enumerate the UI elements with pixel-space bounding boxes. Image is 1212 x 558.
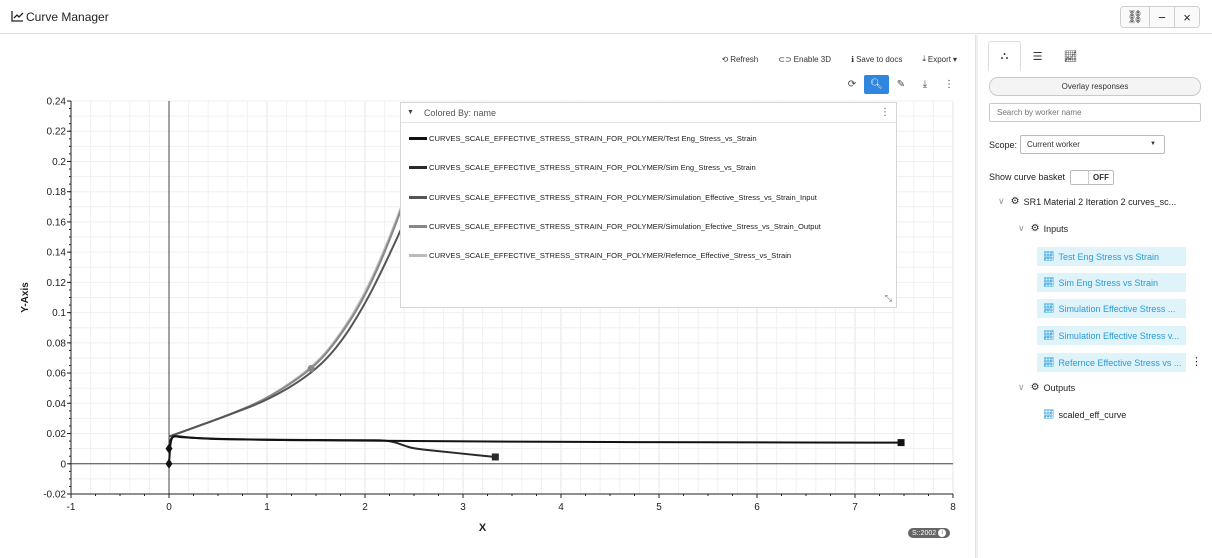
x-tick-label: 5 xyxy=(656,502,662,513)
legend-panel[interactable]: ▼ Colored By: name ⋮ CURVES_SCALE_EFFECT… xyxy=(400,102,897,308)
y-tick-label: 0.02 xyxy=(47,429,67,440)
sliders-icon: ☰ xyxy=(1032,50,1043,63)
x-tick-label: -1 xyxy=(67,502,76,513)
window-title: Curve Manager xyxy=(26,10,109,24)
scope-label: Scope: xyxy=(989,140,1018,150)
chart-line-icon: 📈︎ xyxy=(1043,409,1055,419)
chart-line-icon xyxy=(11,11,24,22)
gear-icon: ⚙ xyxy=(1030,382,1040,393)
sitemap-icon: ⛬ xyxy=(1000,49,1009,62)
plot-panel: ⟲ Refresh ⊂⊃ Enable 3D ℹ Save to docs ⤓ Expo… xyxy=(0,35,975,558)
close-button[interactable]: × xyxy=(1174,7,1199,27)
legend-item[interactable]: CURVES_SCALE_EFFECTIVE_STRESS_STRAIN_FOR… xyxy=(409,193,817,202)
tab-filters[interactable]: ☰ xyxy=(1021,41,1054,71)
y-tick-label: -0.02 xyxy=(43,490,66,501)
resize-icon[interactable]: ⤡ xyxy=(885,293,892,304)
series-line xyxy=(168,153,421,438)
x-tick-label: 6 xyxy=(754,502,760,513)
series-line xyxy=(168,155,421,438)
x-tick-label: 2 xyxy=(362,502,368,513)
chevron-down-icon[interactable]: ∨ xyxy=(998,196,1005,207)
window-controls: ⛓ − × xyxy=(1120,6,1200,28)
sidebar: ⛬ ☰ 📈︎ Overlay responses Scope: Current … xyxy=(980,35,1212,558)
minimize-button[interactable]: − xyxy=(1149,7,1174,27)
status-badge: S::2002 i xyxy=(908,528,951,538)
y-tick-label: 0.12 xyxy=(47,278,67,289)
y-tick-label: 0 xyxy=(60,459,66,470)
legend-swatch xyxy=(409,166,427,169)
caret-down-icon: ▼ xyxy=(1150,141,1156,147)
tree-leaf-output[interactable]: 📈︎ scaled_eff_curve xyxy=(1043,409,1126,420)
title-bar: Curve Manager ⛓ − × xyxy=(0,0,1212,34)
legend-swatch xyxy=(409,225,427,228)
curve-basket-label: Show curve basket xyxy=(989,172,1066,182)
y-tick-label: 0.22 xyxy=(47,127,67,138)
x-axis-label: X xyxy=(479,522,487,534)
tree-leaf-input[interactable]: 📈︎ Test Eng Stress vs Strain xyxy=(1037,247,1186,266)
tree-outputs[interactable]: ∨ ⚙ Outputs xyxy=(1018,382,1075,393)
more-vertical-icon[interactable]: ⋮ xyxy=(880,107,890,118)
sidebar-tabs: ⛬ ☰ 📈︎ xyxy=(988,41,1087,71)
y-tick-label: 0.2 xyxy=(52,157,66,168)
curve-basket-toggle[interactable]: OFF xyxy=(1070,170,1114,185)
panel-divider[interactable] xyxy=(975,35,978,558)
legend-title: Colored By: name xyxy=(423,107,496,118)
legend-item[interactable]: CURVES_SCALE_EFFECTIVE_STRESS_STRAIN_FOR… xyxy=(409,251,791,260)
worker-search-input[interactable] xyxy=(989,103,1201,122)
legend-swatch xyxy=(409,196,427,199)
x-tick-label: 0 xyxy=(166,502,172,513)
series-end-marker xyxy=(491,453,499,461)
legend-swatch xyxy=(409,254,427,257)
y-tick-label: 0.16 xyxy=(47,217,67,228)
unlink-icon[interactable]: ⛓ xyxy=(1121,7,1149,27)
y-axis-label: Y-Axis xyxy=(20,282,31,313)
tab-hierarchy[interactable]: ⛬ xyxy=(988,41,1021,71)
x-tick-label: 7 xyxy=(852,502,858,513)
y-tick-label: 0.04 xyxy=(47,399,67,410)
tree-root[interactable]: ∨ ⚙ SR1 Material 2 Iteration 2 curves_sc… xyxy=(998,196,1176,207)
legend-item[interactable]: CURVES_SCALE_EFFECTIVE_STRESS_STRAIN_FOR… xyxy=(409,222,821,231)
legend-header: ▼ Colored By: name ⋮ xyxy=(401,103,896,123)
series-line xyxy=(168,435,902,464)
series-point xyxy=(307,365,315,373)
y-tick-label: 0.24 xyxy=(47,97,67,108)
chart-line-icon: 📈︎ xyxy=(1043,277,1055,287)
legend-item[interactable]: CURVES_SCALE_EFFECTIVE_STRESS_STRAIN_FOR… xyxy=(409,134,757,143)
tree-leaf-input[interactable]: 📈︎ Simulation Effective Stress ... xyxy=(1037,299,1186,318)
y-tick-label: 0.06 xyxy=(47,369,67,380)
chart-line-icon: 📈︎ xyxy=(1043,251,1055,261)
tree-leaf-input[interactable]: 📈︎ Refernce Effective Stress vs ... xyxy=(1037,353,1186,372)
legend-swatch xyxy=(409,137,427,140)
chart-line-icon: 📈︎ xyxy=(1043,357,1055,367)
info-icon: i xyxy=(938,529,947,537)
chart-line-icon: 📈︎ xyxy=(1043,303,1055,313)
legend-item[interactable]: CURVES_SCALE_EFFECTIVE_STRESS_STRAIN_FOR… xyxy=(409,163,756,172)
series-start-marker xyxy=(165,458,173,469)
tree-inputs[interactable]: ∨ ⚙ Inputs xyxy=(1018,223,1068,234)
x-tick-label: 1 xyxy=(264,502,270,513)
x-tick-label: 3 xyxy=(460,502,466,513)
series-end-marker xyxy=(897,439,905,447)
gear-icon: ⚙ xyxy=(1030,223,1040,234)
y-tick-label: 0.08 xyxy=(47,338,67,349)
y-tick-label: 0.18 xyxy=(47,187,67,198)
y-tick-label: 0.14 xyxy=(47,248,67,259)
gear-icon: ⚙ xyxy=(1010,196,1020,207)
y-tick-label: 0.1 xyxy=(52,308,66,319)
tab-saved-charts[interactable]: 📈︎ xyxy=(1054,41,1087,71)
scope-select[interactable]: Current worker ▼ xyxy=(1020,135,1165,154)
chevron-down-icon[interactable]: ∨ xyxy=(1018,223,1025,234)
chart-save-icon: 📈︎ xyxy=(1063,50,1078,63)
x-tick-label: 4 xyxy=(558,502,564,513)
tree-leaf-input[interactable]: 📈︎ Sim Eng Stress vs Strain xyxy=(1037,273,1186,292)
more-vertical-icon[interactable]: ⋮ xyxy=(1191,355,1202,368)
x-tick-label: 8 xyxy=(950,502,956,513)
caret-down-icon[interactable]: ▼ xyxy=(407,109,414,116)
series-start-marker xyxy=(165,443,173,454)
chart-line-icon: 📈︎ xyxy=(1043,330,1055,340)
overlay-responses-button[interactable]: Overlay responses xyxy=(989,77,1201,96)
tree-leaf-input[interactable]: 📈︎ Simulation Effective Stress v... xyxy=(1037,326,1186,345)
chevron-down-icon[interactable]: ∨ xyxy=(1018,382,1025,393)
toggle-knob xyxy=(1071,171,1089,184)
